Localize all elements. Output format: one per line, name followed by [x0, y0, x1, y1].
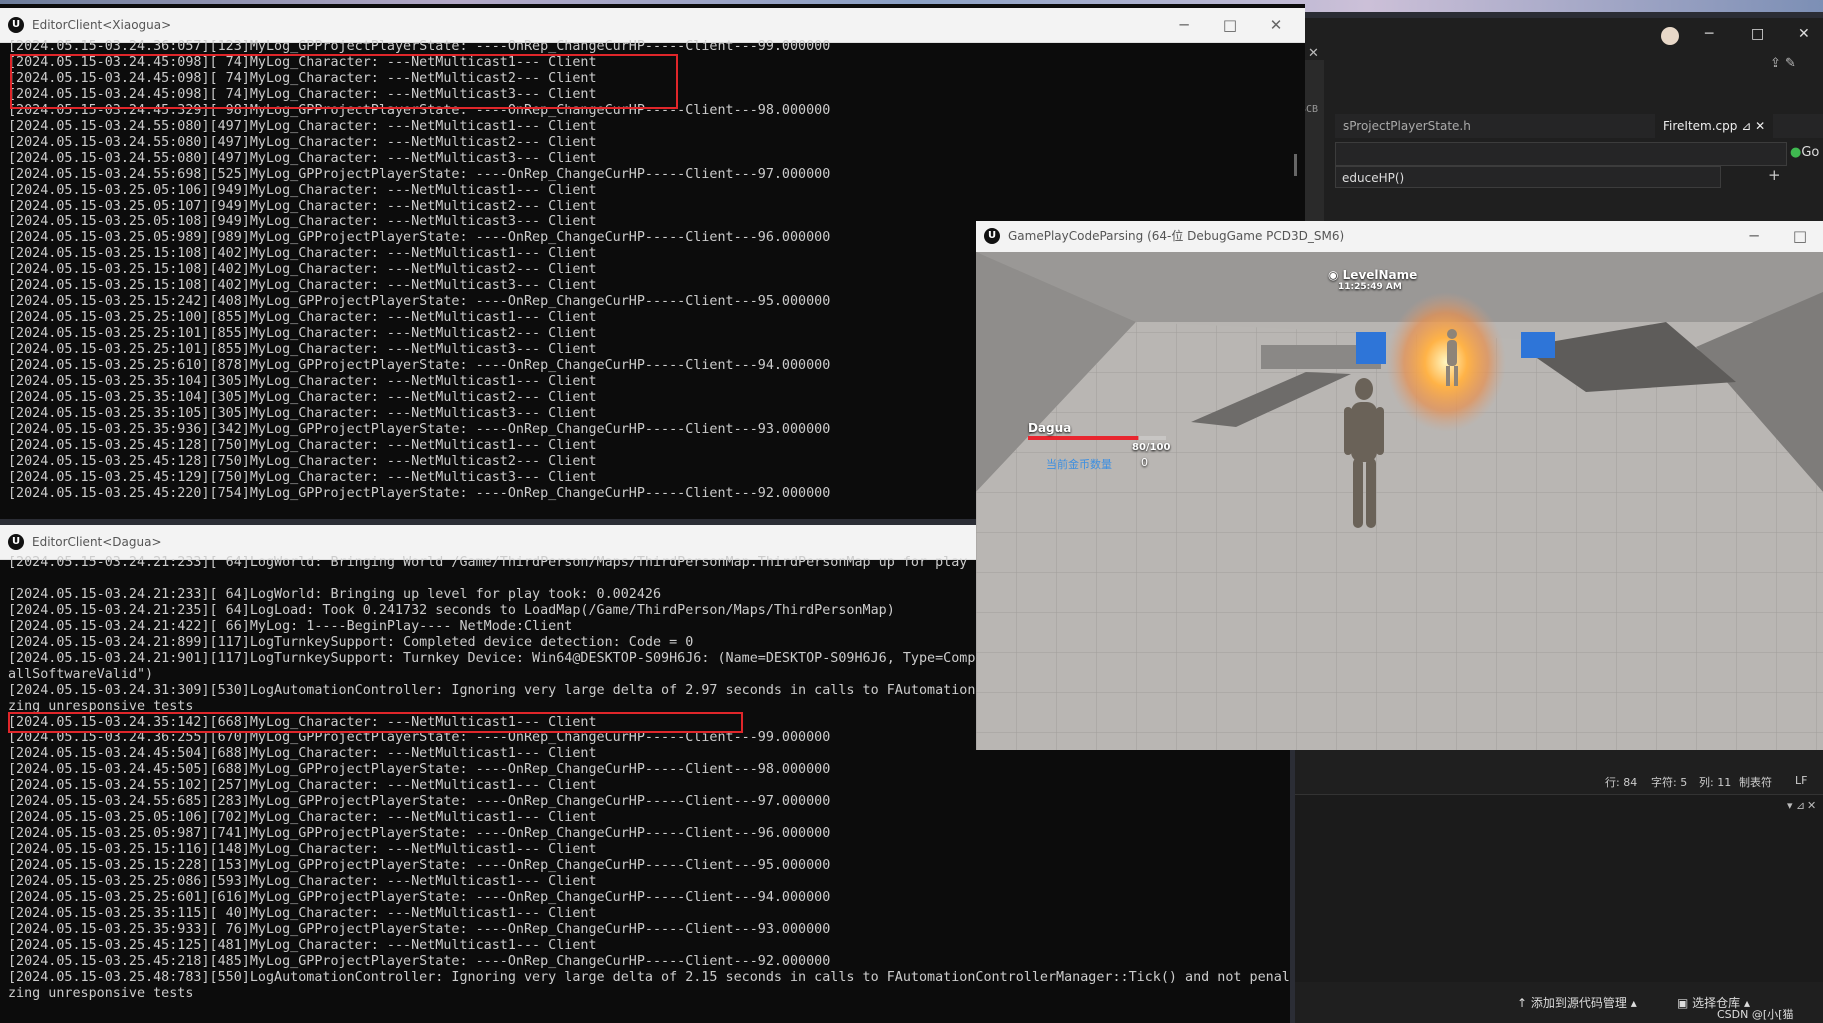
log-line: [2024.05.15-03.24.55:080][497]MyLog_Char… [8, 118, 597, 134]
highlight-box [8, 712, 743, 733]
char-indicator: 字符: 5 [1651, 776, 1688, 789]
vs-titlebar: ─ □ ✕ [1295, 18, 1823, 52]
vs-add-button[interactable]: + [1768, 166, 1781, 184]
log-line: [2024.05.15-03.25.05:106][702]MyLog_Char… [8, 810, 597, 826]
log-line: zing unresponsive tests [8, 985, 194, 1001]
log-line: [2024.05.15-03.25.45:125][481]MyLog_Char… [8, 937, 597, 953]
log-line: [2024.05.15-03.25.15:116][148]MyLog_Char… [8, 842, 597, 858]
vs-editor-status: 行: 84 字符: 5 列: 11 制表符 LF [1295, 768, 1823, 794]
source-control-button[interactable]: ↑ 添加到源代码管理 ▴ [1517, 994, 1637, 1011]
watermark: CSDN @[小[猫 [1717, 1008, 1794, 1021]
go-label: Go [1801, 145, 1820, 160]
log-line: [2024.05.15-03.25.45:218][485]MyLog_GPPr… [8, 953, 831, 969]
game-viewport[interactable]: ◉ LevelName 11:25:49 AM Dagua 80/100 当前金… [976, 252, 1823, 750]
log-line: [2024.05.15-03.24.55:698][525]MyLog_GPPr… [8, 166, 831, 182]
window-controls: ─ □ [1731, 221, 1823, 252]
log-line: [2024.05.15-03.25.05:987][741]MyLog_GPPr… [8, 826, 831, 842]
tabs-indicator[interactable]: 制表符 [1739, 774, 1772, 790]
tab-fireitem-cpp[interactable]: FireItem.cpp ⊿ ✕ [1655, 114, 1774, 138]
maximize-button[interactable]: □ [1777, 221, 1823, 252]
tab-playerstate-header[interactable]: sProjectPlayerState.h [1335, 114, 1479, 138]
fire-effect [1386, 292, 1506, 432]
vs-project-combo[interactable] [1335, 142, 1787, 166]
go-icon: ● [1790, 145, 1802, 160]
console-title: EditorClient<Xiaogua> [32, 18, 172, 32]
console-scrollbar[interactable] [1294, 154, 1297, 176]
vs-go-button[interactable]: ●Go [1790, 142, 1823, 164]
feedback-icon[interactable]: ✎ [1785, 56, 1796, 71]
log-line: [2024.05.15-03.24.55:080][497]MyLog_Char… [8, 150, 597, 166]
player-name-label: Dagua [1028, 421, 1072, 435]
col-indicator: 列: 11 [1699, 776, 1732, 789]
time-label: 11:25:49 AM [1338, 282, 1402, 292]
log-line: [2024.05.15-03.24.45:505][688]MyLog_GPPr… [8, 762, 831, 778]
level-name-text: LevelName [1342, 268, 1418, 282]
vs-member-combo[interactable]: educeHP() [1335, 166, 1721, 188]
panel-close-icon[interactable]: ✕ [1807, 799, 1816, 812]
log-line: [2024.05.15-03.25.05:106][949]MyLog_Char… [8, 182, 597, 198]
minimize-button[interactable]: ─ [1731, 221, 1777, 252]
log-line: [2024.05.15-03.25.25:601][616]MyLog_GPPr… [8, 890, 831, 906]
game-titlebar[interactable]: U GamePlayCodeParsing (64-位 DebugGame PC… [976, 221, 1823, 253]
log-line: [2024.05.15-03.25.05:107][949]MyLog_Char… [8, 198, 597, 214]
minimize-button[interactable]: ─ [1161, 8, 1207, 42]
eol-indicator[interactable]: LF [1795, 774, 1807, 787]
tab-close-icon[interactable]: ✕ [1755, 119, 1765, 133]
log-line: [2024.05.15-03.25.48:783][550]LogAutomat… [8, 969, 1290, 985]
vs-side-close-button[interactable]: ✕ [1308, 46, 1319, 61]
window-controls: ─ □ ✕ [1161, 8, 1299, 42]
console-titlebar[interactable]: U EditorClient<Xiaogua> ─ □ ✕ [0, 8, 1305, 43]
blue-cube [1521, 332, 1555, 358]
tab-fireitem-label: FireItem.cpp [1663, 119, 1738, 133]
console-title: EditorClient<Dagua> [32, 535, 162, 549]
log-line: [2024.05.15-03.24.55:102][257]MyLog_Char… [8, 778, 597, 794]
gold-count-label: 当前金币数量 [1046, 458, 1112, 471]
log-line: [2024.05.15-03.25.25:086][593]MyLog_Char… [8, 874, 597, 890]
log-line: [2024.05.15-03.25.35:115][ 40]MyLog_Char… [8, 905, 597, 921]
game-scene [976, 252, 1823, 750]
hp-text: 80/100 [1132, 442, 1171, 453]
line-indicator: 行: 84 [1605, 776, 1638, 789]
gold-count-value: 0 [1141, 456, 1148, 469]
source-control-label: 添加到源代码管理 [1530, 996, 1627, 1010]
unreal-icon: U [8, 534, 24, 550]
vs-tab-strip: sProjectPlayerState.h FireItem.cpp ⊿ ✕ [1335, 114, 1823, 138]
close-button[interactable]: ✕ [1253, 8, 1299, 42]
unreal-icon: U [8, 17, 24, 33]
level-name-label: ◉ LevelName [1328, 268, 1418, 282]
log-line: [2024.05.15-03.25.15:228][153]MyLog_GPPr… [8, 858, 831, 874]
vs-maximize-button[interactable]: □ [1751, 26, 1764, 42]
panel-pin-icon[interactable]: ▾ ⊿ [1787, 799, 1805, 812]
vs-bottom-status: ↑ 添加到源代码管理 ▴ ▣ 选择仓库 ▴ CSDN @[小[猫 [1295, 982, 1823, 1023]
pin-icon[interactable]: ⊿ [1741, 119, 1751, 133]
vs-toolbar-icons: ⇪ ✎ [1770, 56, 1823, 78]
blue-cube [1356, 332, 1386, 364]
vs-close-button[interactable]: ✕ [1798, 26, 1810, 42]
log-line: [2024.05.15-03.24.55:080][497]MyLog_Char… [8, 134, 597, 150]
game-window: U GamePlayCodeParsing (64-位 DebugGame PC… [976, 221, 1823, 750]
vs-output-panel: ▾ ⊿ ✕ [1295, 794, 1823, 985]
highlight-box [10, 54, 678, 109]
vs-minimize-button[interactable]: ─ [1705, 26, 1713, 42]
maximize-button[interactable]: □ [1207, 8, 1253, 42]
log-line: [2024.05.15-03.24.55:685][283]MyLog_GPPr… [8, 794, 831, 810]
log-line: [2024.05.15-03.25.35:933][ 76]MyLog_GPPr… [8, 921, 831, 937]
user-avatar[interactable] [1661, 27, 1679, 45]
game-title: GamePlayCodeParsing (64-位 DebugGame PCD3… [1008, 229, 1345, 243]
share-icon[interactable]: ⇪ [1770, 56, 1781, 71]
unreal-icon: U [984, 228, 1000, 244]
hp-bar-fill [1028, 436, 1139, 440]
log-line: [2024.05.15-03.24.36:057][123]MyLog_GPPr… [8, 39, 831, 54]
